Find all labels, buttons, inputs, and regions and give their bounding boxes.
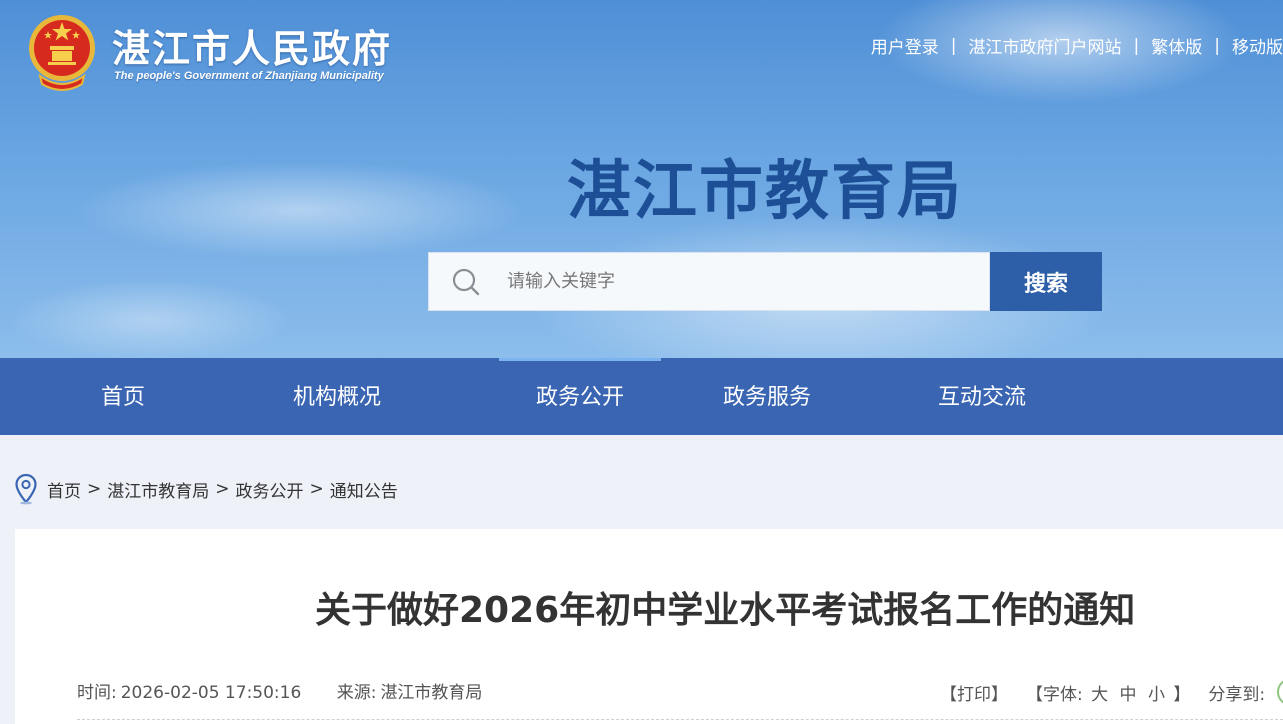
wechat-share-icon[interactable] bbox=[1277, 678, 1283, 706]
article-tools: 【打印】 【字体: 大 中 小 】 分享到: bbox=[940, 678, 1283, 706]
top-link-separator: | bbox=[950, 35, 957, 56]
print-button[interactable]: 【打印】 bbox=[940, 680, 1008, 705]
breadcrumb-government-affairs[interactable]: 政务公开 bbox=[236, 477, 304, 502]
nav-item-interaction[interactable]: 互动交流 bbox=[917, 358, 1047, 435]
font-size-large[interactable]: 大 bbox=[1091, 685, 1108, 705]
share-label: 分享到: bbox=[1208, 684, 1266, 705]
search-input[interactable] bbox=[507, 261, 967, 302]
article-title: 关于做好2026年初中学业水平考试报名工作的通知 bbox=[315, 590, 1136, 631]
source-value: 湛江市教育局 bbox=[380, 683, 483, 703]
font-size-close: 】 bbox=[1173, 684, 1191, 705]
search-box bbox=[428, 252, 990, 311]
nav-item-organization[interactable]: 机构概况 bbox=[272, 358, 402, 435]
source-label: 来源: bbox=[336, 683, 377, 703]
mobile-version-link[interactable]: 移动版 bbox=[1232, 33, 1283, 58]
breadcrumb-separator: > bbox=[87, 479, 102, 499]
site-name-en: The people's Government of Zhanjiang Mun… bbox=[114, 70, 384, 82]
top-link-separator: | bbox=[1133, 35, 1140, 56]
breadcrumb: 首页 > 湛江市教育局 > 政务公开 > 通知公告 bbox=[14, 473, 398, 505]
national-emblem-icon bbox=[29, 15, 95, 91]
department-title: 湛江市教育局 bbox=[567, 155, 963, 229]
location-pin-icon bbox=[15, 473, 37, 505]
search-button[interactable]: 搜索 bbox=[990, 252, 1102, 311]
font-size-small[interactable]: 小 bbox=[1148, 685, 1165, 705]
breadcrumb-home[interactable]: 首页 bbox=[47, 477, 81, 502]
time-label: 时间: bbox=[77, 683, 117, 703]
search-icon bbox=[452, 268, 480, 295]
meta-divider bbox=[77, 719, 1283, 720]
breadcrumb-notices[interactable]: 通知公告 bbox=[330, 477, 398, 502]
main-nav: 首页 机构概况 政务公开 政务服务 互动交流 bbox=[0, 358, 1283, 435]
font-size-medium[interactable]: 中 bbox=[1120, 685, 1137, 705]
font-size-label: 【字体: bbox=[1026, 684, 1083, 705]
top-link-separator: | bbox=[1214, 35, 1220, 56]
font-size-controls: 【字体: 大 中 小 】 bbox=[1026, 680, 1190, 705]
breadcrumb-separator: > bbox=[309, 479, 324, 499]
site-name-cn: 湛江市人民政府 bbox=[112, 27, 393, 71]
breadcrumb-department[interactable]: 湛江市教育局 bbox=[107, 477, 209, 502]
time-value: 2026-02-05 17:50:16 bbox=[120, 683, 302, 703]
nav-item-home[interactable]: 首页 bbox=[73, 358, 173, 435]
top-links: 用户登录 | 湛江市政府门户网站 | 繁体版 | 移动版 bbox=[871, 33, 1283, 59]
article-meta: 时间: 2026-02-05 17:50:16 来源: 湛江市教育局 bbox=[77, 678, 512, 703]
header-banner: 湛江市人民政府 The people's Government of Zhanj… bbox=[0, 0, 1283, 358]
portal-link[interactable]: 湛江市政府门户网站 bbox=[969, 33, 1122, 58]
article-source: 来源: 湛江市教育局 bbox=[337, 683, 483, 703]
nav-item-services[interactable]: 政务服务 bbox=[702, 358, 832, 435]
breadcrumb-separator: > bbox=[215, 479, 230, 499]
nav-item-government-affairs[interactable]: 政务公开 bbox=[499, 358, 661, 435]
publish-time: 时间: 2026-02-05 17:50:16 bbox=[77, 683, 301, 703]
traditional-chinese-link[interactable]: 繁体版 bbox=[1151, 33, 1202, 58]
article-panel: 关于做好2026年初中学业水平考试报名工作的通知 时间: 2026-02-05 1… bbox=[15, 529, 1283, 724]
login-link[interactable]: 用户登录 bbox=[871, 33, 939, 58]
